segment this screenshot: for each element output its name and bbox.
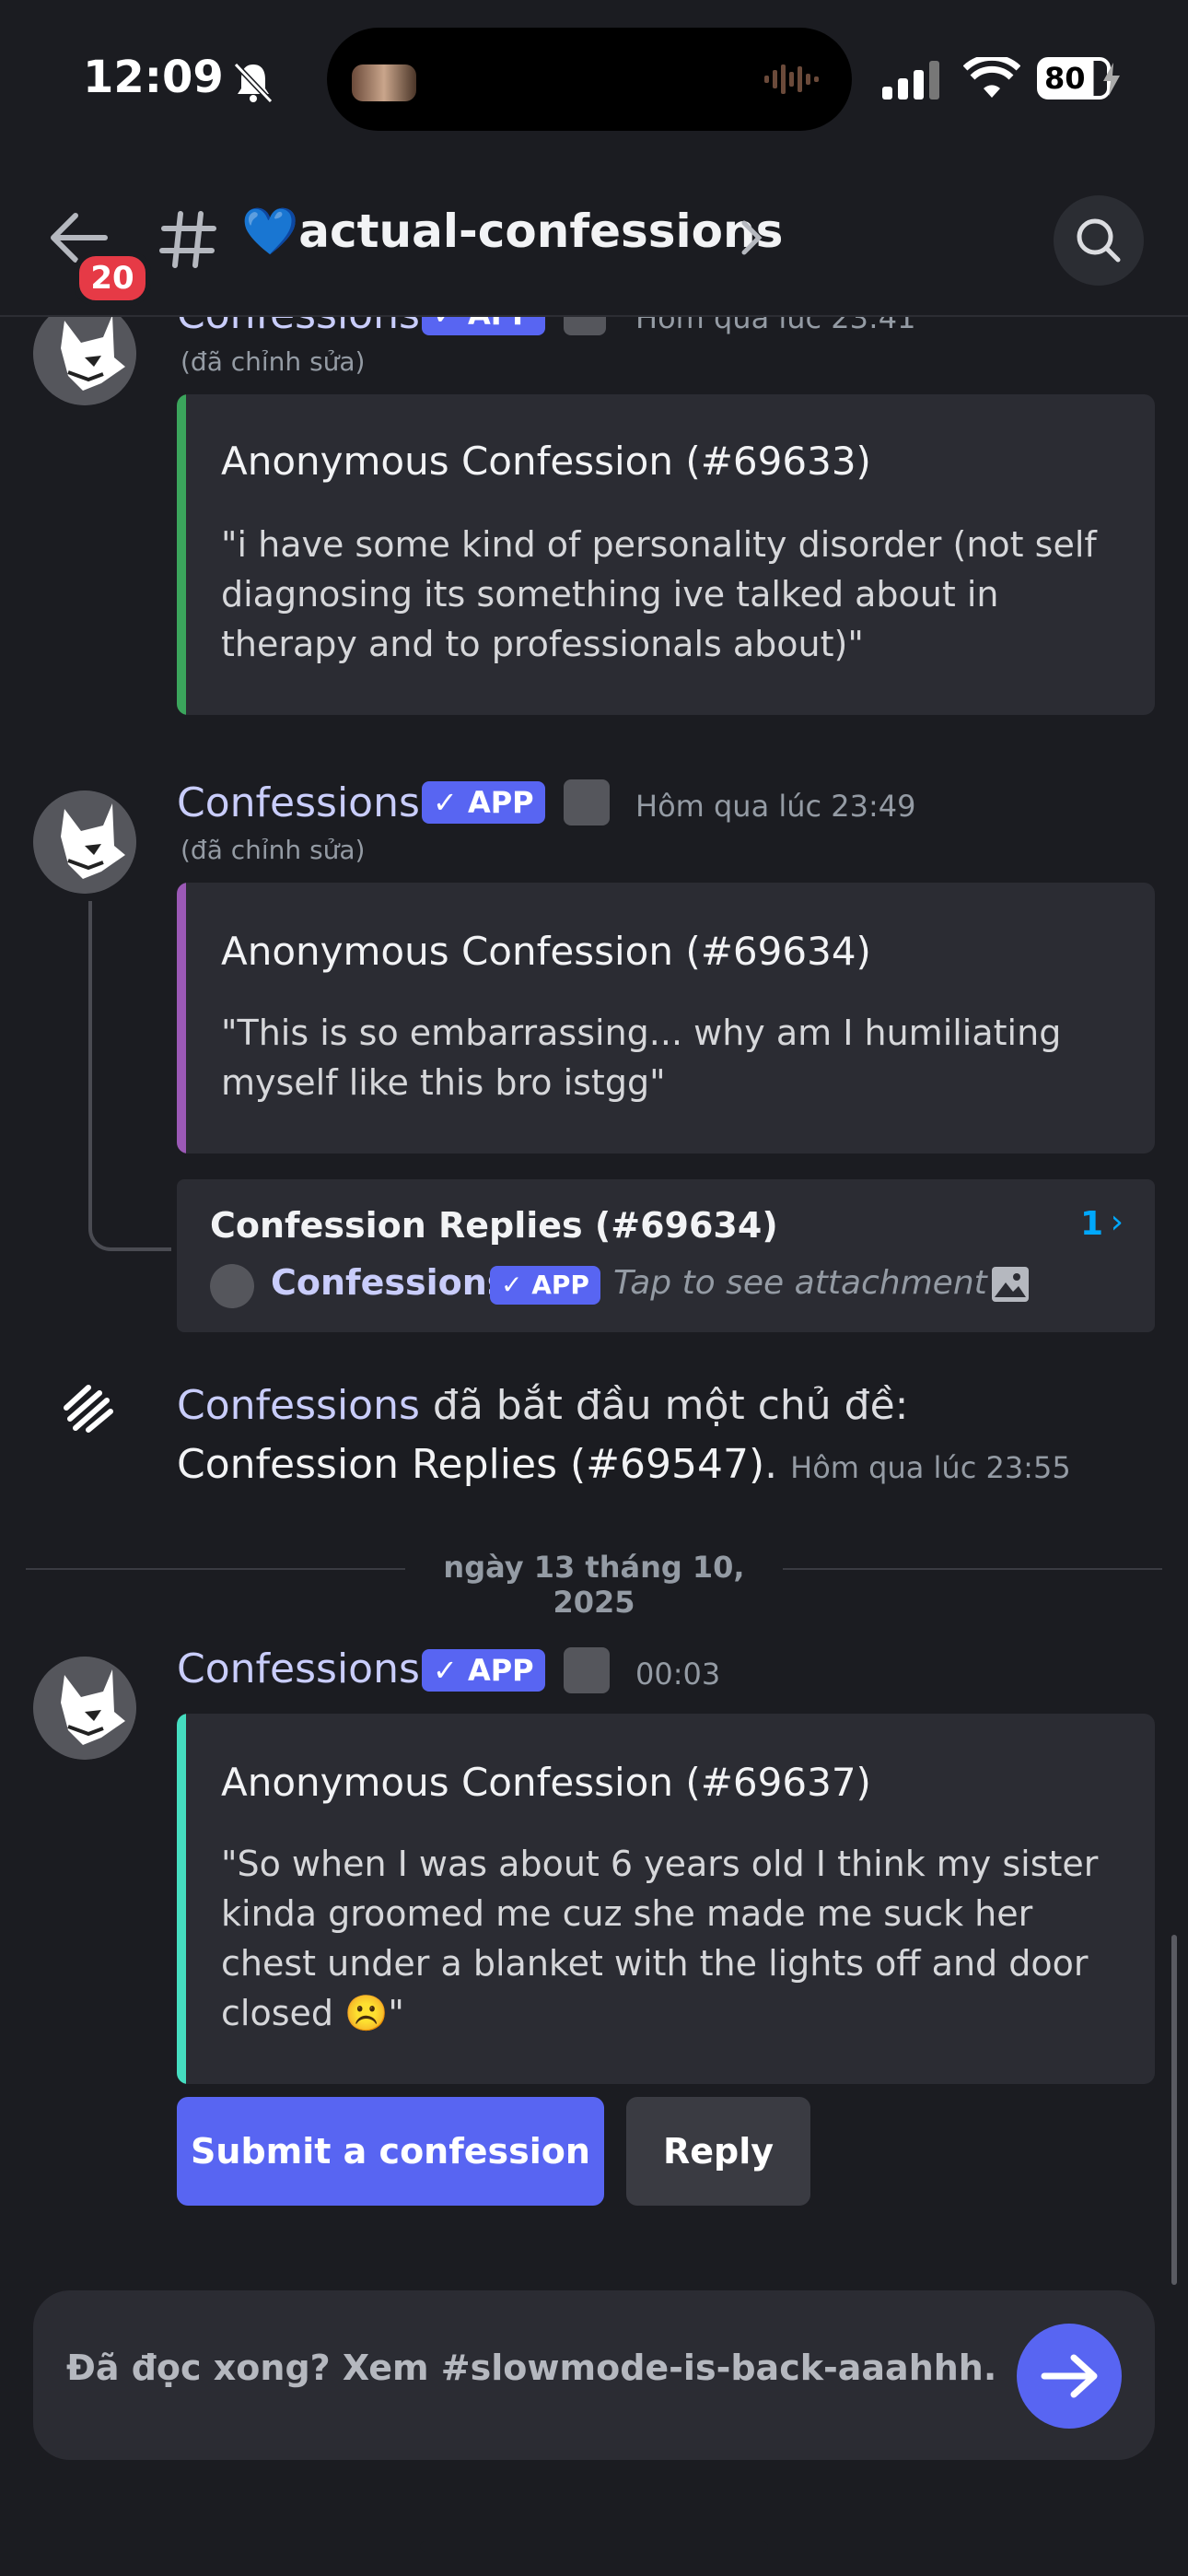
avatar[interactable]	[33, 1657, 136, 1760]
image-attachment-icon	[992, 1267, 1029, 1302]
home-indicator	[420, 2541, 768, 2552]
avatar[interactable]	[33, 302, 136, 405]
cellular-signal-icon	[882, 61, 939, 100]
silent-bell-icon	[233, 62, 274, 104]
battery-indicator: 80	[1037, 57, 1111, 100]
fox-mask-icon	[33, 1657, 136, 1760]
message-author[interactable]: Confessions	[177, 779, 420, 826]
fox-mask-icon	[33, 302, 136, 405]
avatar	[210, 1264, 254, 1308]
embed-title: Anonymous Confession (#69633)	[221, 439, 871, 484]
thread-author: Confessions	[271, 1262, 508, 1303]
embed-description: "i have some kind of personality disorde…	[221, 524, 1097, 664]
edited-label: (đã chỉnh sửa)	[181, 835, 366, 865]
date-divider-line	[783, 1568, 1162, 1570]
now-playing-artwork	[352, 64, 416, 101]
reply-button[interactable]: Reply	[626, 2097, 810, 2206]
embed-description: "This is so embarrassing... why am I hum…	[221, 1013, 1062, 1103]
system-message-thread-link[interactable]: Confession Replies (#69547)	[177, 1441, 764, 1488]
message-timestamp: 00:03	[635, 1657, 721, 1692]
confession-embed: Anonymous Confession (#69637) "So when I…	[177, 1714, 1155, 2084]
scrollbar[interactable]	[1171, 1935, 1177, 2285]
embed-accent-bar	[177, 883, 186, 1153]
embed-accent-bar	[177, 394, 186, 715]
text-channel-icon	[159, 211, 216, 268]
status-time: 12:09	[83, 52, 224, 103]
thread-connector	[88, 901, 171, 1251]
embed-description: "So when I was about 6 years old I think…	[221, 1844, 1099, 2033]
submit-confession-button[interactable]: Submit a confession	[177, 2097, 604, 2206]
message-composer[interactable]: Đã đọc xong? Xem #slowmode-is-back-aaahh…	[33, 2290, 1155, 2460]
embed-title: Anonymous Confession (#69634)	[221, 929, 871, 974]
channel-name[interactable]: 💙actual-confessions	[241, 205, 783, 259]
system-message-action: đã bắt đầu một chủ đề:	[419, 1382, 909, 1429]
app-tag: ✓ APP	[490, 1266, 600, 1305]
system-message: Confessions đã bắt đầu một chủ đề: Confe…	[177, 1376, 1125, 1497]
bot-icon	[564, 779, 610, 825]
bot-icon	[564, 1647, 610, 1693]
confession-embed: Anonymous Confession (#69633) "i have so…	[177, 394, 1155, 715]
message-timestamp: Hôm qua lúc 23:49	[635, 789, 916, 824]
confession-embed: Anonymous Confession (#69634) "This is s…	[177, 883, 1155, 1153]
date-divider-line	[26, 1568, 405, 1570]
message-author[interactable]: Confessions	[177, 1645, 420, 1692]
edited-label: (đã chỉnh sửa)	[181, 346, 366, 377]
charging-bolt-icon	[1103, 63, 1120, 96]
thread-message-count: 1	[1079, 1205, 1103, 1243]
search-button[interactable]	[1054, 195, 1144, 286]
app-tag: ✓ APP	[422, 1649, 545, 1692]
chevron-right-icon[interactable]	[740, 219, 763, 256]
embed-title: Anonymous Confession (#69637)	[221, 1760, 871, 1805]
fox-mask-icon	[33, 790, 136, 894]
send-button[interactable]	[1017, 2324, 1122, 2429]
thread-preview: Tap to see attachment	[613, 1264, 987, 1302]
thread-started-icon	[64, 1385, 113, 1433]
thread-title: Confession Replies (#69634)	[210, 1205, 778, 1246]
system-message-actor[interactable]: Confessions	[177, 1382, 420, 1429]
date-divider: ngày 13 tháng 10, 2025	[443, 1550, 745, 1620]
search-icon	[1077, 218, 1121, 263]
system-message-suffix: .	[764, 1441, 778, 1488]
thread-card[interactable]: Confession Replies (#69634) 1 › Confessi…	[177, 1179, 1155, 1332]
app-tag: ✓ APP	[422, 781, 545, 824]
wifi-icon	[963, 57, 1020, 98]
chevron-right-icon: ›	[1110, 1203, 1124, 1241]
arrow-right-icon	[1041, 2354, 1098, 2398]
system-message-timestamp: Hôm qua lúc 23:55	[790, 1450, 1071, 1485]
unread-badge: 20	[74, 251, 151, 306]
avatar[interactable]	[33, 790, 136, 894]
composer-placeholder[interactable]: Đã đọc xong? Xem #slowmode-is-back-aaahh…	[66, 2348, 996, 2388]
audio-waveform-icon	[764, 64, 819, 94]
embed-accent-bar	[177, 1714, 186, 2084]
